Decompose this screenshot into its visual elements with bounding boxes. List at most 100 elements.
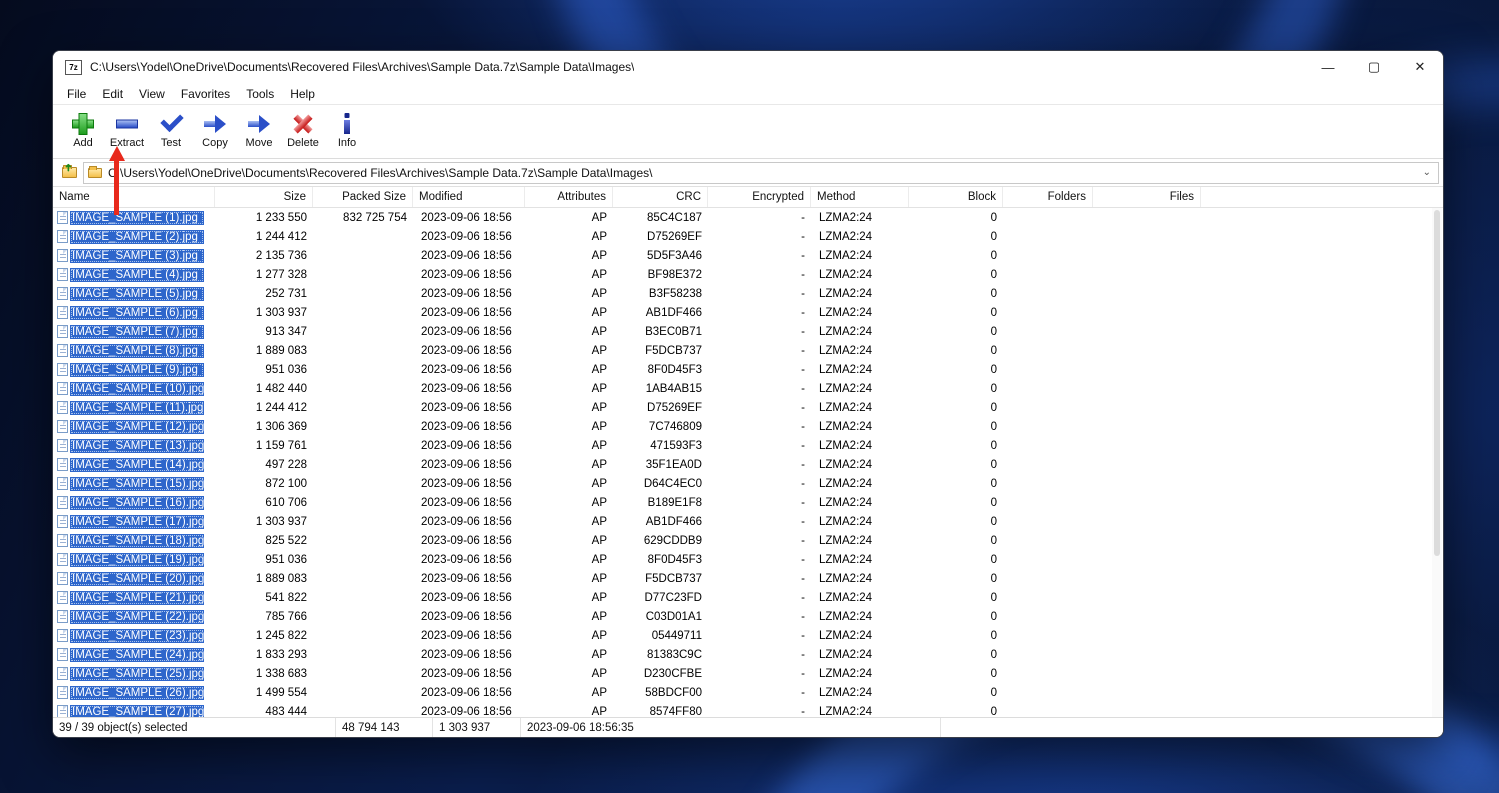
file-name-cell[interactable]: IMAGE_SAMPLE (21).jpg [53, 591, 215, 605]
close-button[interactable]: ✕ [1397, 51, 1443, 83]
menu-item-file[interactable]: File [59, 85, 94, 103]
test-button[interactable]: Test [149, 109, 193, 149]
file-size: 951 036 [215, 364, 313, 376]
file-row[interactable]: IMAGE_SAMPLE (22).jpg 785 766 2023-09-06… [53, 607, 1443, 626]
menu-item-help[interactable]: Help [282, 85, 323, 103]
file-row[interactable]: IMAGE_SAMPLE (14).jpg 497 228 2023-09-06… [53, 455, 1443, 474]
move-button[interactable]: Move [237, 109, 281, 149]
file-row[interactable]: IMAGE_SAMPLE (16).jpg 610 706 2023-09-06… [53, 493, 1443, 512]
file-modified: 2023-09-06 18:56 [413, 497, 525, 509]
file-row[interactable]: IMAGE_SAMPLE (25).jpg 1 338 683 2023-09-… [53, 664, 1443, 683]
column-header-crc[interactable]: CRC [613, 187, 708, 207]
file-name-cell[interactable]: IMAGE_SAMPLE (4).jpg [53, 268, 215, 282]
delete-button[interactable]: Delete [281, 109, 325, 149]
file-row[interactable]: IMAGE_SAMPLE (1).jpg 1 233 550 832 725 7… [53, 208, 1443, 227]
file-row[interactable]: IMAGE_SAMPLE (3).jpg 2 135 736 2023-09-0… [53, 246, 1443, 265]
file-row[interactable]: IMAGE_SAMPLE (27).jpg 483 444 2023-09-06… [53, 702, 1443, 717]
file-row[interactable]: IMAGE_SAMPLE (13).jpg 1 159 761 2023-09-… [53, 436, 1443, 455]
file-name-cell[interactable]: IMAGE_SAMPLE (22).jpg [53, 610, 215, 624]
file-name-cell[interactable]: IMAGE_SAMPLE (3).jpg [53, 249, 215, 263]
file-row[interactable]: IMAGE_SAMPLE (19).jpg 951 036 2023-09-06… [53, 550, 1443, 569]
file-row[interactable]: IMAGE_SAMPLE (6).jpg 1 303 937 2023-09-0… [53, 303, 1443, 322]
file-row[interactable]: IMAGE_SAMPLE (18).jpg 825 522 2023-09-06… [53, 531, 1443, 550]
file-name-cell[interactable]: IMAGE_SAMPLE (7).jpg [53, 325, 215, 339]
file-name-cell[interactable]: IMAGE_SAMPLE (15).jpg [53, 477, 215, 491]
file-icon [57, 268, 68, 281]
file-row[interactable]: IMAGE_SAMPLE (11).jpg 1 244 412 2023-09-… [53, 398, 1443, 417]
file-rows: IMAGE_SAMPLE (1).jpg 1 233 550 832 725 7… [53, 208, 1443, 717]
file-row[interactable]: IMAGE_SAMPLE (15).jpg 872 100 2023-09-06… [53, 474, 1443, 493]
file-row[interactable]: IMAGE_SAMPLE (24).jpg 1 833 293 2023-09-… [53, 645, 1443, 664]
column-header-modified[interactable]: Modified [413, 187, 525, 207]
scrollbar-thumb[interactable] [1434, 210, 1440, 556]
file-name: IMAGE_SAMPLE (7).jpg [70, 325, 204, 339]
folder-icon [88, 168, 102, 178]
file-row[interactable]: IMAGE_SAMPLE (7).jpg 913 347 2023-09-06 … [53, 322, 1443, 341]
file-row[interactable]: IMAGE_SAMPLE (23).jpg 1 245 822 2023-09-… [53, 626, 1443, 645]
maximize-button[interactable]: ▢ [1351, 51, 1397, 83]
file-encrypted: - [708, 706, 811, 718]
file-name-cell[interactable]: IMAGE_SAMPLE (20).jpg [53, 572, 215, 586]
file-name-cell[interactable]: IMAGE_SAMPLE (23).jpg [53, 629, 215, 643]
file-row[interactable]: IMAGE_SAMPLE (20).jpg 1 889 083 2023-09-… [53, 569, 1443, 588]
vertical-scrollbar[interactable] [1432, 208, 1442, 717]
file-row[interactable]: IMAGE_SAMPLE (17).jpg 1 303 937 2023-09-… [53, 512, 1443, 531]
menu-item-view[interactable]: View [131, 85, 173, 103]
file-name-cell[interactable]: IMAGE_SAMPLE (25).jpg [53, 667, 215, 681]
column-header-attributes[interactable]: Attributes [525, 187, 613, 207]
minimize-button[interactable]: — [1305, 51, 1351, 83]
menu-item-favorites[interactable]: Favorites [173, 85, 238, 103]
info-button[interactable]: Info [325, 109, 369, 149]
file-name-cell[interactable]: IMAGE_SAMPLE (24).jpg [53, 648, 215, 662]
file-name-cell[interactable]: IMAGE_SAMPLE (17).jpg [53, 515, 215, 529]
column-header-packed-size[interactable]: Packed Size [313, 187, 413, 207]
file-name-cell[interactable]: IMAGE_SAMPLE (12).jpg [53, 420, 215, 434]
file-name-cell[interactable]: IMAGE_SAMPLE (9).jpg [53, 363, 215, 377]
file-block: 0 [909, 231, 1003, 243]
file-row[interactable]: IMAGE_SAMPLE (9).jpg 951 036 2023-09-06 … [53, 360, 1443, 379]
file-name-cell[interactable]: IMAGE_SAMPLE (11).jpg [53, 401, 215, 415]
file-name-cell[interactable]: IMAGE_SAMPLE (2).jpg [53, 230, 215, 244]
column-header-encrypted[interactable]: Encrypted [708, 187, 811, 207]
file-name-cell[interactable]: IMAGE_SAMPLE (5).jpg [53, 287, 215, 301]
file-modified: 2023-09-06 18:56 [413, 611, 525, 623]
file-icon [57, 439, 68, 452]
file-name-cell[interactable]: IMAGE_SAMPLE (19).jpg [53, 553, 215, 567]
column-header-block[interactable]: Block [909, 187, 1003, 207]
file-name-cell[interactable]: IMAGE_SAMPLE (8).jpg [53, 344, 215, 358]
file-icon [57, 458, 68, 471]
up-one-level-button[interactable] [57, 162, 81, 184]
file-name-cell[interactable]: IMAGE_SAMPLE (6).jpg [53, 306, 215, 320]
file-row[interactable]: IMAGE_SAMPLE (10).jpg 1 482 440 2023-09-… [53, 379, 1443, 398]
file-crc: 629CDDB9 [613, 535, 708, 547]
column-header-size[interactable]: Size [215, 187, 313, 207]
column-header-method[interactable]: Method [811, 187, 909, 207]
column-header-name[interactable]: Name [53, 187, 215, 207]
chevron-down-icon[interactable]: ⌄ [1420, 167, 1434, 178]
address-field[interactable]: C:\Users\Yodel\OneDrive\Documents\Recove… [83, 162, 1439, 184]
file-name-cell[interactable]: IMAGE_SAMPLE (14).jpg [53, 458, 215, 472]
file-name-cell[interactable]: IMAGE_SAMPLE (16).jpg [53, 496, 215, 510]
file-row[interactable]: IMAGE_SAMPLE (5).jpg 252 731 2023-09-06 … [53, 284, 1443, 303]
menu-item-tools[interactable]: Tools [238, 85, 282, 103]
title-bar[interactable]: 7z C:\Users\Yodel\OneDrive\Documents\Rec… [53, 51, 1443, 83]
column-header-files[interactable]: Files [1093, 187, 1201, 207]
file-name-cell[interactable]: IMAGE_SAMPLE (26).jpg [53, 686, 215, 700]
file-name-cell[interactable]: IMAGE_SAMPLE (10).jpg [53, 382, 215, 396]
extract-button[interactable]: Extract [105, 109, 149, 149]
file-row[interactable]: IMAGE_SAMPLE (4).jpg 1 277 328 2023-09-0… [53, 265, 1443, 284]
file-name-cell[interactable]: IMAGE_SAMPLE (1).jpg [53, 211, 215, 225]
file-name-cell[interactable]: IMAGE_SAMPLE (18).jpg [53, 534, 215, 548]
file-row[interactable]: IMAGE_SAMPLE (26).jpg 1 499 554 2023-09-… [53, 683, 1443, 702]
file-row[interactable]: IMAGE_SAMPLE (21).jpg 541 822 2023-09-06… [53, 588, 1443, 607]
file-row[interactable]: IMAGE_SAMPLE (8).jpg 1 889 083 2023-09-0… [53, 341, 1443, 360]
add-button[interactable]: Add [61, 109, 105, 149]
file-name-cell[interactable]: IMAGE_SAMPLE (27).jpg [53, 705, 215, 718]
file-name-cell[interactable]: IMAGE_SAMPLE (13).jpg [53, 439, 215, 453]
move-icon [246, 111, 272, 136]
file-row[interactable]: IMAGE_SAMPLE (2).jpg 1 244 412 2023-09-0… [53, 227, 1443, 246]
copy-button[interactable]: Copy [193, 109, 237, 149]
file-row[interactable]: IMAGE_SAMPLE (12).jpg 1 306 369 2023-09-… [53, 417, 1443, 436]
column-header-folders[interactable]: Folders [1003, 187, 1093, 207]
menu-item-edit[interactable]: Edit [94, 85, 131, 103]
